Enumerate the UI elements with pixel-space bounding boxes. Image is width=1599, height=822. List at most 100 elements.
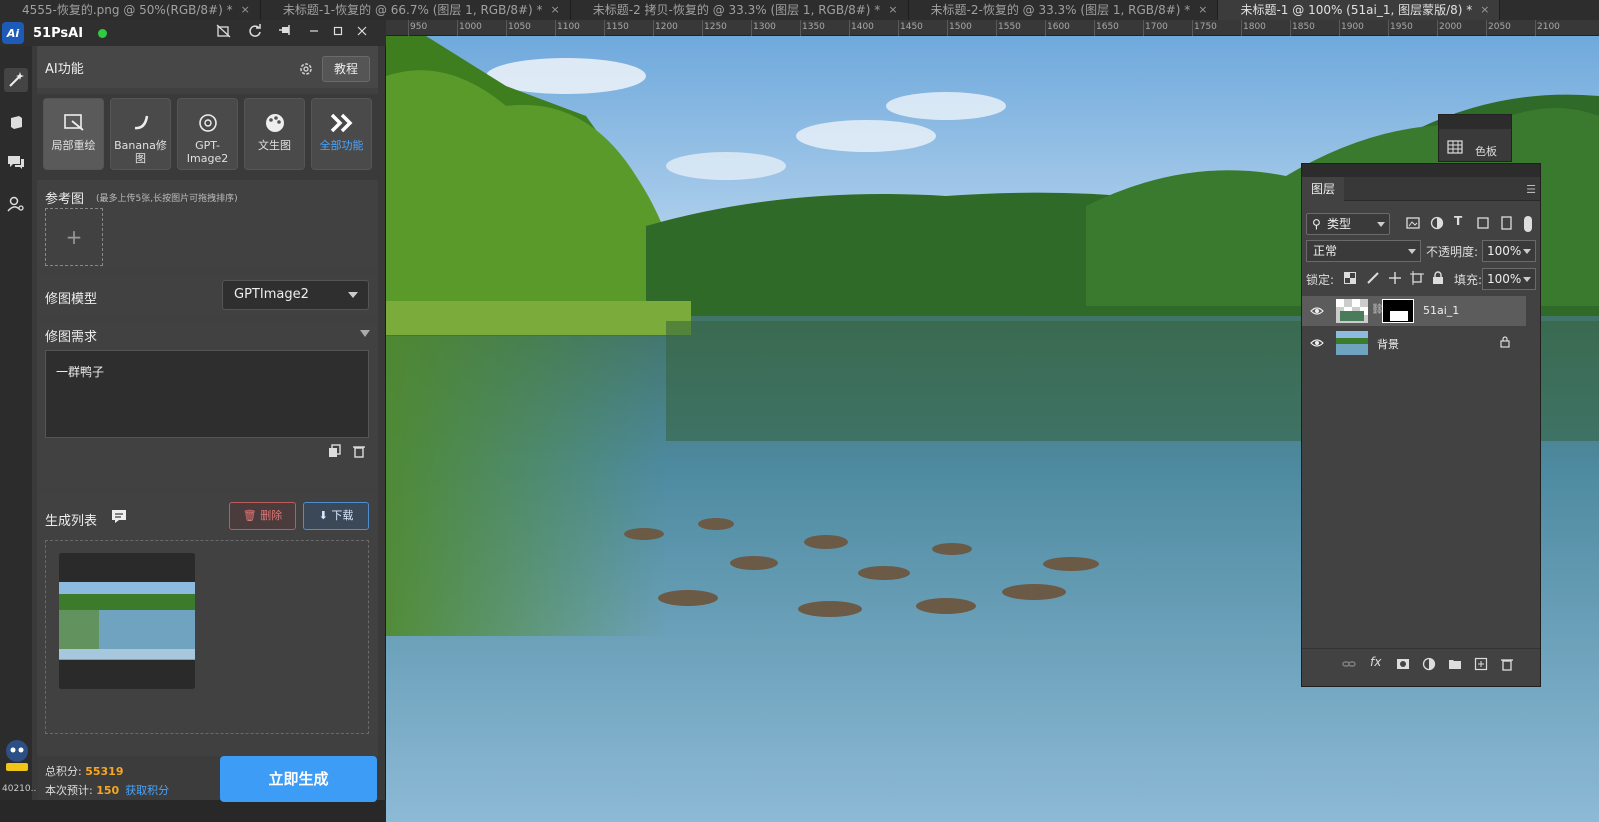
message-list-icon (112, 510, 126, 523)
document-tab[interactable]: 4555-恢复的.png @ 50%(RGB/8#) * × (0, 0, 261, 20)
document-tab[interactable]: 未标题-2-恢复的 @ 33.3% (图层 1, RGB/8#) * × (908, 0, 1219, 20)
document-tab[interactable]: 未标题-2 拷贝-恢复的 @ 33.3% (图层 1, RGB/8#) * × (570, 0, 909, 20)
layer-thumbnail (1336, 299, 1368, 323)
lock-artboard-icon[interactable] (1410, 271, 1424, 285)
maximize-icon[interactable] (328, 24, 348, 42)
grid-icon[interactable] (1447, 140, 1463, 154)
close-icon[interactable]: × (1480, 1, 1489, 19)
feature-banana[interactable]: Banana修图 (110, 98, 171, 170)
reference-title: 参考图 (45, 192, 85, 207)
fill-label: 填充: (1454, 273, 1483, 287)
close-icon[interactable]: × (241, 1, 250, 19)
user-settings-icon[interactable] (4, 192, 28, 216)
request-textarea[interactable]: 一群鸭子 (45, 350, 369, 438)
ruler-label: 2050 (1488, 22, 1511, 32)
clear-trash-icon[interactable] (352, 444, 366, 458)
lock-all-icon[interactable] (1432, 271, 1444, 285)
download-label: 下载 (331, 509, 354, 522)
reference-image-section: 参考图 (最多上传5张,长按图片可拖拽排序) + (37, 180, 378, 268)
new-layer-icon[interactable] (1474, 657, 1488, 671)
ruler-tick (1290, 20, 1291, 36)
collapse-triangle-icon[interactable] (360, 330, 370, 337)
panel-collapse-bar[interactable] (1439, 115, 1511, 129)
feature-gpt-image2[interactable]: GPT-Image2 (177, 98, 238, 170)
ruler-label: 1800 (1243, 22, 1266, 32)
banana-icon (134, 115, 148, 130)
text-filter-icon[interactable]: T (1454, 214, 1462, 228)
no-video-icon[interactable] (214, 24, 234, 42)
folder-icon[interactable] (1448, 657, 1462, 671)
double-chevron-right-icon (330, 113, 352, 133)
copy-icon[interactable] (328, 444, 342, 458)
model-select[interactable]: GPTImage2 (222, 280, 369, 310)
feature-text-to-image[interactable]: 文生图 (244, 98, 305, 170)
pin-icon[interactable] (276, 24, 296, 42)
ruler-label: 1100 (557, 22, 580, 32)
adjustment-layer-icon[interactable] (1422, 657, 1436, 671)
layers-stack-icon[interactable] (4, 110, 28, 134)
trash-icon: 🗑 (242, 509, 257, 522)
document-tab-active[interactable]: 未标题-1 @ 100% (51ai_1, 图层蒙版/8) * × (1218, 0, 1501, 20)
delete-button[interactable]: 🗑 删除 (229, 502, 296, 530)
ruler-label: 1050 (508, 22, 531, 32)
trash-icon[interactable] (1500, 657, 1514, 671)
feature-all[interactable]: 全部功能 (311, 98, 372, 170)
ruler-tick (457, 20, 458, 36)
magic-wand-icon[interactable] (4, 68, 28, 92)
ruler-tick (604, 20, 605, 36)
swatch-panel: 色板 (1438, 114, 1512, 162)
smart-object-filter-icon[interactable] (1500, 216, 1514, 230)
panel-menu-icon[interactable]: ☰ (1526, 183, 1536, 196)
layer-row[interactable]: ⛓ 51ai_1 (1302, 296, 1526, 326)
layer-filter-select[interactable]: ⚲ 类型 (1306, 213, 1390, 235)
visibility-eye-icon[interactable] (1310, 305, 1324, 317)
layers-tab[interactable]: 图层 (1302, 177, 1345, 201)
image-filter-icon[interactable] (1406, 216, 1420, 230)
add-mask-icon[interactable] (1396, 657, 1410, 671)
gear-icon[interactable] (298, 61, 314, 77)
layers-tabbar: 图层 ☰ (1302, 177, 1540, 201)
close-icon[interactable] (352, 24, 372, 42)
document-tab-label: 未标题-1-恢复的 @ 66.7% (图层 1, RGB/8#) * (282, 3, 543, 17)
adjustment-filter-icon[interactable] (1430, 216, 1444, 230)
lock-transparent-icon[interactable] (1344, 272, 1356, 284)
document-tab[interactable]: 未标题-1-恢复的 @ 66.7% (图层 1, RGB/8#) * × (260, 0, 571, 20)
reference-hint: (最多上传5张,长按图片可拖拽排序) (96, 194, 238, 204)
close-icon[interactable]: × (551, 1, 560, 19)
model-section: 修图模型 GPTImage2 (37, 274, 378, 316)
earn-points-link[interactable]: 获取积分 (125, 784, 169, 797)
lock-icon[interactable] (1500, 336, 1510, 348)
download-button[interactable]: ⬇ 下载 (303, 502, 369, 530)
link-layers-icon[interactable] (1342, 657, 1356, 671)
user-avatar[interactable] (3, 738, 31, 772)
generated-thumbnail[interactable] (59, 553, 195, 689)
close-icon[interactable]: × (888, 1, 897, 19)
lock-pixels-brush-icon[interactable] (1366, 271, 1380, 285)
close-icon[interactable]: × (1198, 1, 1207, 19)
lock-position-move-icon[interactable] (1388, 271, 1402, 285)
filter-toggle-switch[interactable] (1524, 216, 1532, 232)
feature-inpaint[interactable]: 局部重绘 (43, 98, 104, 170)
generation-list-title: 生成列表 (45, 514, 98, 529)
ruler-label: 1500 (949, 22, 972, 32)
blend-mode-select[interactable]: 正常 (1306, 240, 1421, 262)
generate-button[interactable]: 立即生成 (220, 756, 377, 802)
minimize-icon[interactable] (304, 24, 324, 42)
add-reference-button[interactable]: + (45, 208, 103, 266)
shape-filter-icon[interactable] (1476, 216, 1490, 230)
fill-input[interactable]: 100% (1482, 268, 1536, 290)
download-icon: ⬇ (318, 509, 328, 522)
visibility-eye-icon[interactable] (1310, 337, 1324, 349)
ruler-label: 1950 (1390, 22, 1413, 32)
opacity-input[interactable]: 100% (1482, 240, 1536, 262)
layer-mask-thumbnail[interactable] (1382, 299, 1414, 323)
fx-icon[interactable]: fx (1370, 655, 1384, 669)
refresh-icon[interactable] (245, 24, 265, 42)
ruler-label: 1700 (1145, 22, 1168, 32)
layer-row[interactable]: 背景 (1302, 328, 1526, 358)
chat-icon[interactable] (4, 150, 28, 174)
panel-collapse-bar[interactable] (1302, 164, 1540, 177)
app-title: 51PsAI (33, 25, 84, 41)
swatch-label[interactable]: 色板 (1475, 143, 1497, 159)
tutorial-button[interactable]: 教程 (322, 56, 370, 82)
